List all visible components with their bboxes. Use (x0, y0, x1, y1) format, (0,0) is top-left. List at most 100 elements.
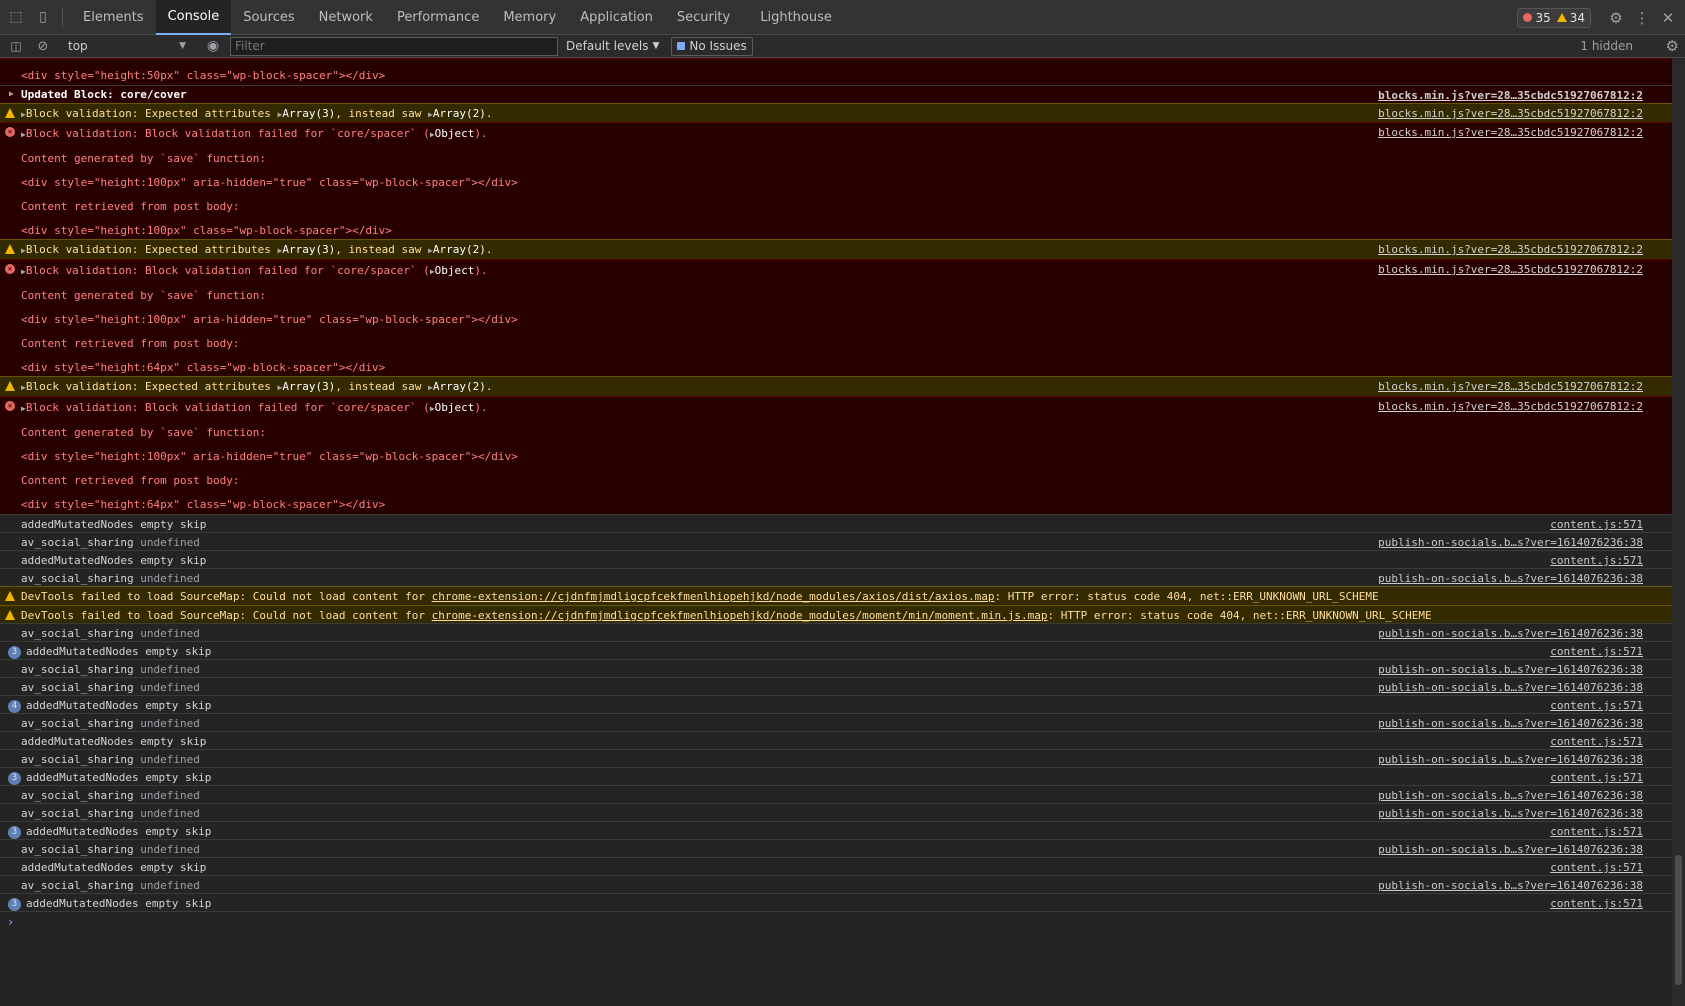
tab-network[interactable]: Network (307, 0, 385, 35)
source-link[interactable]: publish-on-socials.b…s?ver=1614076236:38 (1378, 789, 1643, 802)
source-link[interactable]: publish-on-socials.b…s?ver=1614076236:38 (1378, 807, 1643, 820)
console-message-warning: ▶Block validation: Expected attributes ▶… (0, 376, 1672, 396)
undefined-value: undefined (133, 753, 200, 766)
repeat-count-badge: 3 (8, 826, 21, 839)
message-text: addedMutatedNodes empty skip (26, 897, 212, 910)
console-message-log: 3 addedMutatedNodes empty skip content.j… (0, 893, 1672, 912)
array-value[interactable]: Array(2) (433, 380, 486, 393)
settings-gear-icon[interactable]: ⚙ (1603, 9, 1629, 27)
tab-memory[interactable]: Memory (491, 0, 568, 35)
array-value[interactable]: Array(3) (282, 243, 335, 256)
object-value[interactable]: Object (435, 127, 475, 140)
console-message-log: addedMutatedNodes empty skip content.js:… (0, 731, 1672, 749)
tab-application[interactable]: Application (568, 0, 665, 35)
message-line: av_social_sharing undefined (21, 536, 200, 549)
console-group-header[interactable]: ▶ Updated Block: core/cover blocks.min.j… (0, 85, 1672, 103)
message-text: Content retrieved from post body: (21, 200, 240, 213)
sourcemap-link[interactable]: chrome-extension://cjdnfmjmdligcpfcekfme… (432, 609, 1048, 622)
live-expression-eye-icon[interactable]: ◉ (202, 35, 224, 57)
tab-performance[interactable]: Performance (385, 0, 491, 35)
array-value[interactable]: Array(2) (433, 107, 486, 120)
array-value[interactable]: Array(3) (282, 380, 335, 393)
source-link[interactable]: publish-on-socials.b…s?ver=1614076236:38 (1378, 717, 1643, 730)
close-icon[interactable]: ✕ (1655, 9, 1681, 27)
source-link[interactable]: publish-on-socials.b…s?ver=1614076236:38 (1378, 681, 1643, 694)
source-link[interactable]: publish-on-socials.b…s?ver=1614076236:38 (1378, 753, 1643, 766)
console-message-log: av_social_sharing undefined publish-on-s… (0, 713, 1672, 731)
message-line: ▶Block validation: Block validation fail… (21, 127, 488, 140)
clear-console-icon[interactable]: ⊘ (32, 35, 54, 57)
source-link[interactable]: publish-on-socials.b…s?ver=1614076236:38 (1378, 627, 1643, 640)
console-message-log: av_social_sharing undefined publish-on-s… (0, 568, 1672, 586)
message-line: av_social_sharing undefined (21, 843, 200, 856)
source-link[interactable]: content.js:571 (1550, 735, 1643, 748)
log-levels-dropdown[interactable]: Default levels ▼ (566, 39, 659, 53)
message-text: ). (474, 264, 488, 277)
message-text: Block validation: Expected attributes (25, 107, 278, 120)
console-message-error: ✕ ▶Block validation: Block validation fa… (0, 396, 1672, 514)
tab-lighthouse[interactable]: Lighthouse (748, 0, 844, 35)
source-link[interactable]: content.js:571 (1550, 645, 1643, 658)
source-link[interactable]: blocks.min.js?ver=28…35cbdc51927067812:2 (1378, 380, 1643, 393)
message-text: av_social_sharing (21, 789, 134, 802)
tab-security[interactable]: Security (665, 0, 742, 35)
issues-button[interactable]: No Issues (671, 36, 753, 56)
source-link[interactable]: publish-on-socials.b…s?ver=1614076236:38 (1378, 536, 1643, 549)
source-link[interactable]: blocks.min.js?ver=28…35cbdc51927067812:2 (1378, 126, 1643, 139)
message-text: <div style="height:64px" class="wp-block… (21, 361, 386, 374)
source-link[interactable]: publish-on-socials.b…s?ver=1614076236:38 (1378, 843, 1643, 856)
undefined-value: undefined (133, 879, 200, 892)
message-text: addedMutatedNodes empty skip (26, 645, 212, 658)
repeat-count-badge: 3 (8, 898, 21, 911)
issue-counter[interactable]: 35 34 (1517, 7, 1591, 28)
context-selector[interactable]: top ▼ (62, 37, 192, 56)
console-message-error: ✕ ▶Block validation: Block validation fa… (0, 122, 1672, 239)
message-line: av_social_sharing undefined (21, 572, 200, 585)
filter-input[interactable] (230, 36, 558, 56)
message-text: , instead saw (335, 107, 429, 120)
source-link[interactable]: publish-on-socials.b…s?ver=1614076236:38 (1378, 879, 1643, 892)
console-prompt-icon[interactable]: › (7, 915, 14, 929)
more-options-icon[interactable]: ⋮ (1629, 9, 1655, 27)
tab-console[interactable]: Console (155, 0, 232, 35)
expand-triangle-icon[interactable]: ▶ (9, 89, 14, 98)
message-text: : HTTP error: status code 404, net::ERR_… (1047, 609, 1432, 622)
source-link[interactable]: publish-on-socials.b…s?ver=1614076236:38 (1378, 572, 1643, 585)
array-value[interactable]: Array(2) (433, 243, 486, 256)
inspect-element-icon[interactable]: ⬚ (5, 6, 27, 28)
tab-elements[interactable]: Elements (71, 0, 156, 35)
source-link[interactable]: content.js:571 (1550, 897, 1643, 910)
sourcemap-link[interactable]: chrome-extension://cjdnfmjmdligcpfcekfme… (432, 590, 995, 603)
source-link[interactable]: blocks.min.js?ver=28…35cbdc51927067812:2 (1378, 89, 1643, 102)
source-link[interactable]: blocks.min.js?ver=28…35cbdc51927067812:2 (1378, 263, 1643, 276)
source-link[interactable]: content.js:571 (1550, 699, 1643, 712)
message-text: <div style="height:64px" class="wp-block… (21, 498, 386, 511)
source-link[interactable]: content.js:571 (1550, 518, 1643, 531)
message-text: <div style="height:100px" class="wp-bloc… (21, 224, 392, 237)
console-settings-gear-icon[interactable]: ⚙ (1666, 37, 1679, 55)
message-text: Block validation: Block validation faile… (25, 127, 430, 140)
object-value[interactable]: Object (435, 264, 475, 277)
toolbar-divider (62, 7, 63, 27)
undefined-value: undefined (133, 536, 200, 549)
console-message-log: av_social_sharing undefined publish-on-s… (0, 839, 1672, 857)
undefined-value: undefined (133, 807, 200, 820)
undefined-value: undefined (133, 789, 200, 802)
scrollbar-thumb[interactable] (1675, 855, 1682, 985)
device-toolbar-icon[interactable]: ▯ (32, 6, 54, 28)
source-link[interactable]: blocks.min.js?ver=28…35cbdc51927067812:2 (1378, 400, 1643, 413)
source-link[interactable]: content.js:571 (1550, 771, 1643, 784)
source-link[interactable]: content.js:571 (1550, 861, 1643, 874)
source-link[interactable]: blocks.min.js?ver=28…35cbdc51927067812:2 (1378, 107, 1643, 120)
source-link[interactable]: blocks.min.js?ver=28…35cbdc51927067812:2 (1378, 243, 1643, 256)
source-link[interactable]: content.js:571 (1550, 825, 1643, 838)
console-scrollbar[interactable] (1672, 58, 1685, 1006)
object-value[interactable]: Object (435, 401, 475, 414)
tab-sources[interactable]: Sources (231, 0, 306, 35)
array-value[interactable]: Array(3) (282, 107, 335, 120)
source-link[interactable]: content.js:571 (1550, 554, 1643, 567)
message-text: Content generated by `save` function: (21, 152, 267, 165)
sidebar-toggle-icon[interactable]: ◫ (5, 35, 27, 57)
message-line: av_social_sharing undefined (21, 753, 200, 766)
source-link[interactable]: publish-on-socials.b…s?ver=1614076236:38 (1378, 663, 1643, 676)
